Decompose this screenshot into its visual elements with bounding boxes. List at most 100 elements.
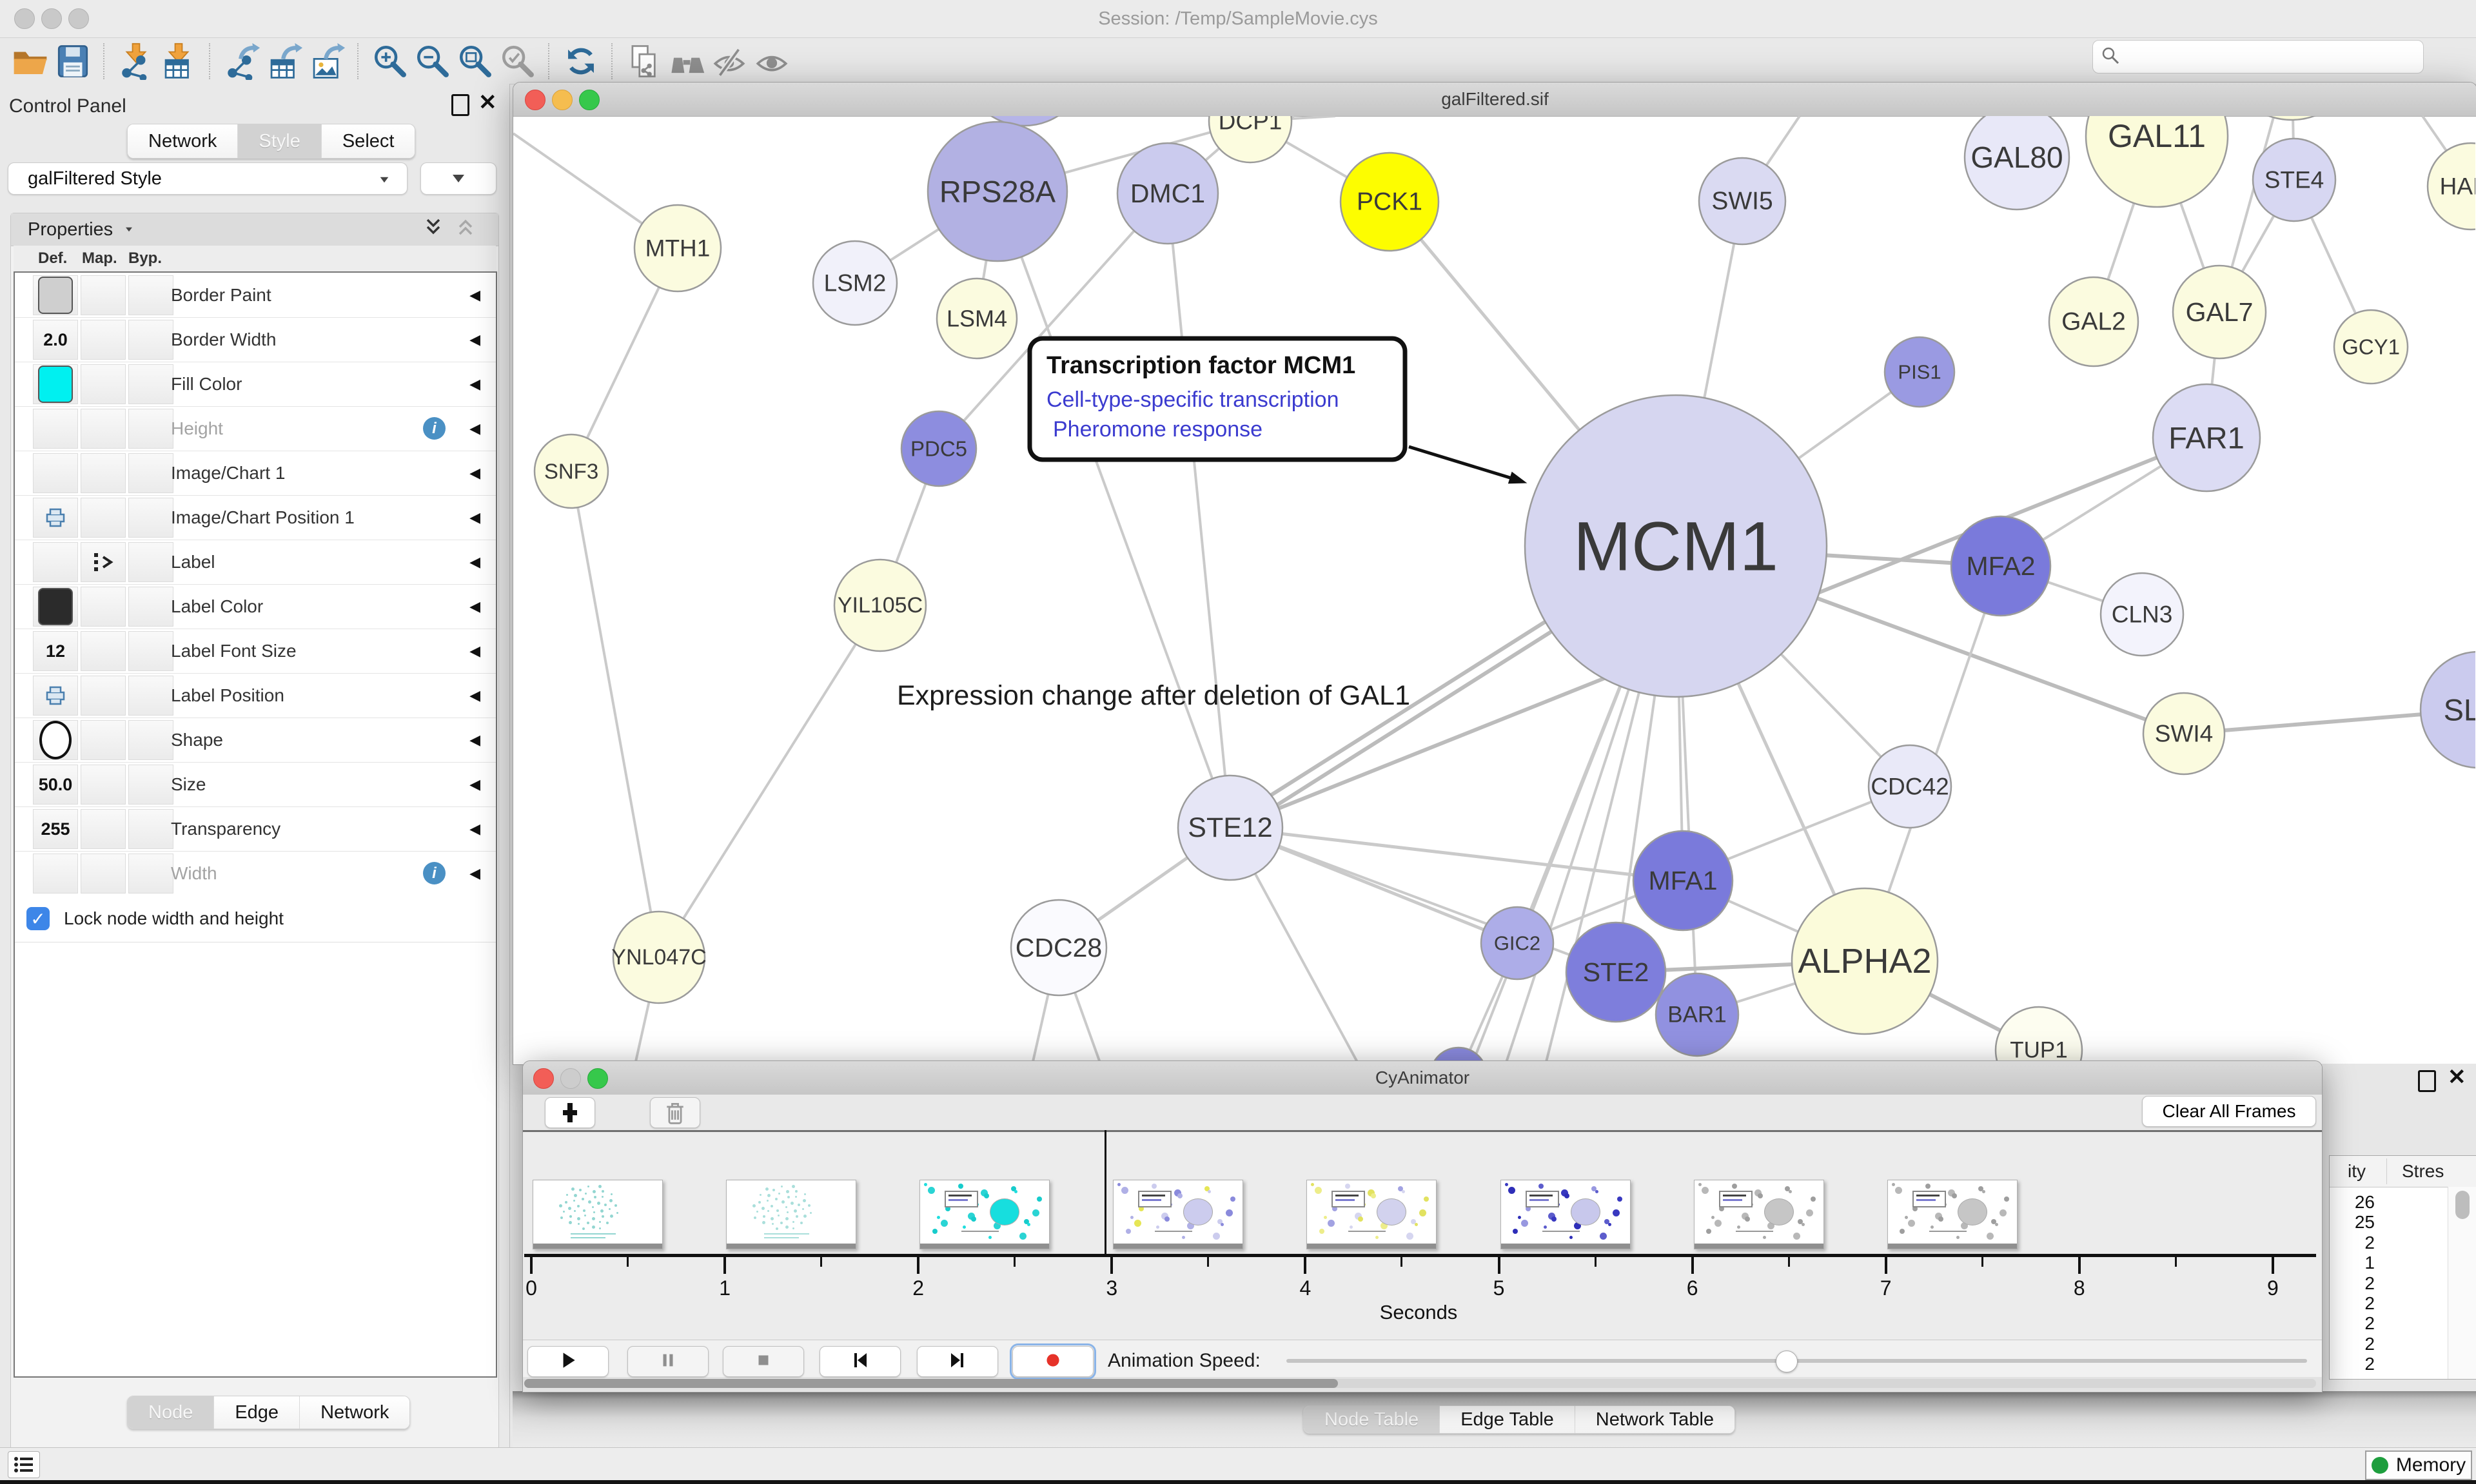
export-network-button[interactable] [221, 41, 263, 81]
expand-all-icon[interactable] [422, 216, 444, 243]
mapping-cell[interactable] [81, 498, 126, 538]
network-node-rps28a[interactable]: RPS28A [928, 122, 1067, 261]
skip-start-button[interactable] [820, 1346, 901, 1377]
network-window-titlebar[interactable]: galFiltered.sif [513, 83, 2476, 117]
default-value-cell[interactable]: 12 [33, 631, 78, 671]
open-folder-button[interactable] [9, 41, 52, 81]
expand-row-arrow-icon[interactable]: ◀ [469, 406, 480, 451]
column-header-stress[interactable]: Stres [2402, 1161, 2444, 1182]
expand-row-arrow-icon[interactable]: ◀ [469, 629, 480, 673]
bypass-cell[interactable] [128, 765, 173, 805]
timeline-frame-4[interactable] [1306, 1180, 1437, 1249]
import-network-button[interactable] [115, 41, 157, 81]
network-node-gal2[interactable]: GAL2 [2049, 277, 2138, 366]
expand-row-arrow-icon[interactable]: ◀ [469, 718, 480, 762]
pause-button[interactable] [627, 1346, 709, 1377]
hide-details-eye-button[interactable] [708, 41, 751, 81]
network-node-bar1[interactable]: BAR1 [1656, 973, 1738, 1056]
export-table-button[interactable] [263, 41, 306, 81]
tab-edge-table[interactable]: Edge Table [1440, 1406, 1575, 1433]
network-node-gal7[interactable]: GAL7 [2173, 266, 2266, 358]
expand-row-arrow-icon[interactable]: ◀ [469, 540, 480, 584]
network-node-ste12[interactable]: STE12 [1178, 776, 1282, 880]
import-table-button[interactable] [157, 41, 200, 81]
zoom-in-button[interactable] [369, 41, 411, 81]
column-header-ity[interactable]: ity [2330, 1161, 2366, 1182]
default-value-cell[interactable] [33, 587, 78, 627]
bypass-cell[interactable] [128, 676, 173, 716]
network-node-gic2[interactable]: GIC2 [1481, 907, 1553, 979]
network-node-yil105c[interactable]: YIL105C [834, 560, 926, 651]
info-icon[interactable]: i [423, 862, 446, 884]
network-node-hap2[interactable]: HAP2 [2428, 143, 2475, 229]
expand-row-arrow-icon[interactable]: ◀ [469, 673, 480, 718]
results-scrollbar[interactable] [2448, 1187, 2476, 1379]
zoom-out-button[interactable] [411, 41, 454, 81]
bypass-cell[interactable] [128, 498, 173, 538]
results-cell[interactable]: 1 [2330, 1253, 2375, 1273]
network-node-mcm1[interactable]: MCM1 [1525, 395, 1827, 697]
network-node-mfa2[interactable]: MFA2 [1951, 516, 2050, 616]
mapping-cell[interactable] [81, 320, 126, 360]
results-cell[interactable]: 2 [2330, 1293, 2375, 1314]
expand-row-arrow-icon[interactable]: ◀ [469, 451, 480, 495]
info-icon[interactable]: i [423, 417, 446, 440]
bypass-cell[interactable] [128, 453, 173, 493]
network-edge[interactable] [571, 471, 659, 957]
scrollbar-thumb[interactable] [2455, 1191, 2470, 1219]
tab-network[interactable]: Network [128, 124, 238, 158]
memory-button[interactable]: Memory [2365, 1450, 2472, 1480]
default-value-cell[interactable] [33, 498, 78, 538]
mapping-cell[interactable] [81, 809, 126, 849]
tab-network[interactable]: Network [300, 1396, 409, 1429]
export-image-button[interactable] [306, 41, 348, 81]
mapping-cell[interactable] [81, 720, 126, 760]
network-node-lsm2[interactable]: LSM2 [813, 241, 897, 325]
binoculars-button[interactable] [665, 41, 708, 81]
network-node-alpha2[interactable]: ALPHA2 [1792, 888, 1938, 1034]
cyanimator-titlebar[interactable]: CyAnimator [523, 1061, 2322, 1095]
network-node-ste2[interactable]: STE2 [1566, 923, 1665, 1022]
default-value-cell[interactable] [33, 275, 78, 315]
expand-row-arrow-icon[interactable]: ◀ [469, 317, 480, 362]
results-table-header[interactable]: ity Stres [2330, 1156, 2476, 1187]
skip-end-button[interactable] [917, 1346, 998, 1377]
lock-checkbox[interactable]: ✓ [26, 907, 50, 930]
dock-float-icon[interactable] [2418, 1070, 2436, 1092]
network-node-far1[interactable]: FAR1 [2153, 384, 2260, 491]
zoom-selected-button[interactable] [496, 41, 539, 81]
timeline-frame-0[interactable] [533, 1180, 663, 1249]
bypass-cell[interactable] [128, 275, 173, 315]
tab-select[interactable]: Select [322, 124, 415, 158]
bypass-cell[interactable] [128, 320, 173, 360]
network-node-ste4[interactable]: STE4 [2253, 139, 2335, 221]
bypass-cell[interactable] [128, 720, 173, 760]
mapping-cell[interactable] [81, 765, 126, 805]
network-node-ynl047c[interactable]: YNL047C [611, 912, 706, 1003]
bypass-cell[interactable] [128, 542, 173, 582]
default-value-cell[interactable]: 50.0 [33, 765, 78, 805]
expand-row-arrow-icon[interactable]: ◀ [469, 495, 480, 540]
zoom-fit-button[interactable] [454, 41, 496, 81]
network-node-dmc1[interactable]: DMC1 [1117, 143, 1218, 244]
tab-node-table[interactable]: Node Table [1304, 1406, 1440, 1433]
network-node-tup1[interactable]: TUP1 [1996, 1007, 2082, 1064]
default-value-cell[interactable]: 2.0 [33, 320, 78, 360]
default-value-cell[interactable] [33, 720, 78, 760]
network-node-gal11[interactable]: GAL11 [2086, 116, 2228, 207]
annotation-callout[interactable]: Transcription factor MCM1Cell-type-speci… [1030, 338, 1526, 483]
expand-row-arrow-icon[interactable]: ◀ [469, 851, 480, 895]
expand-row-arrow-icon[interactable]: ◀ [469, 273, 480, 317]
network-node-lsm4[interactable]: LSM4 [937, 278, 1017, 358]
tab-network-table[interactable]: Network Table [1575, 1406, 1734, 1433]
results-cell[interactable]: 2 [2330, 1354, 2375, 1374]
default-value-cell[interactable] [33, 453, 78, 493]
task-history-button[interactable] [8, 1451, 40, 1478]
play-button[interactable] [527, 1346, 609, 1377]
network-node-cln3[interactable]: CLN3 [2101, 573, 2183, 656]
bypass-cell[interactable] [128, 809, 173, 849]
network-edge[interactable] [659, 605, 880, 957]
network-node-dcp1[interactable]: DCP1 [1209, 116, 1292, 162]
show-details-eye-button[interactable] [751, 41, 793, 81]
network-node-mfa1[interactable]: MFA1 [1633, 831, 1733, 930]
